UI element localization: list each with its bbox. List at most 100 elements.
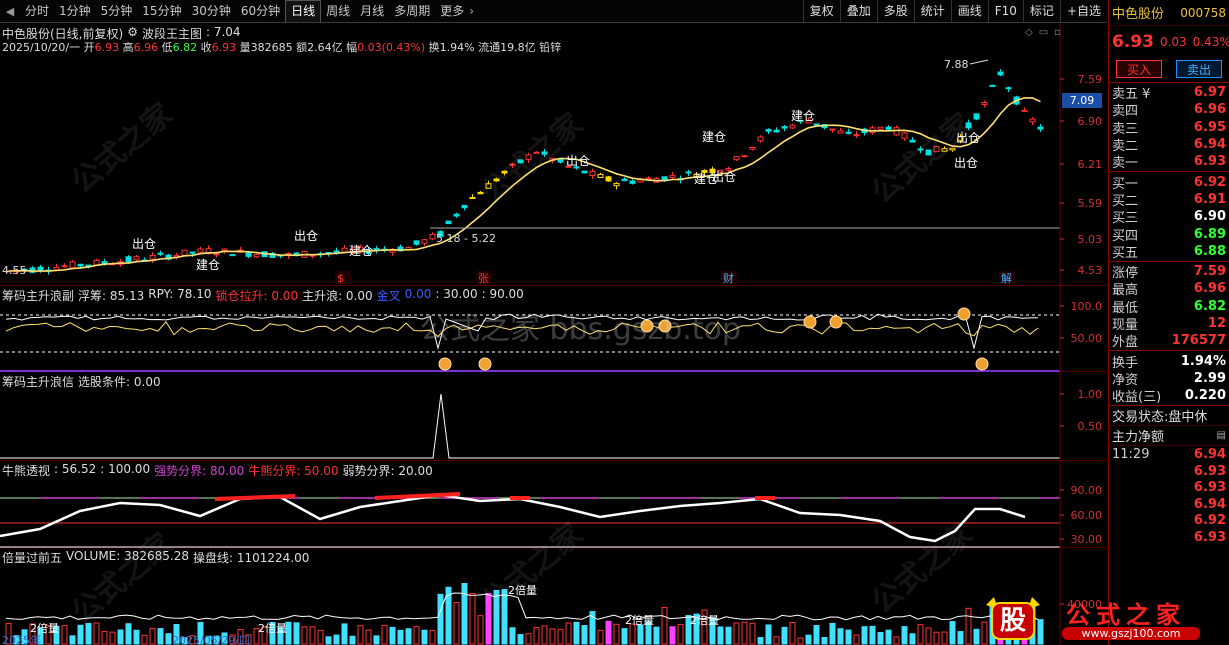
candle-body [125,256,132,263]
fundamental-row[interactable]: 净资 2.99 [1109,370,1229,388]
fundamental-row-value: 2.99 [1193,370,1226,386]
candle-body [813,123,820,126]
volume-bar [773,636,780,645]
low-mark: 4.55 [2,264,27,277]
buy-button[interactable]: 买入 [1116,60,1162,78]
period-tab[interactable]: 分时 [20,0,54,23]
stat-row[interactable]: 现量 12 [1109,315,1229,333]
tool-button[interactable]: +自选 [1059,0,1107,23]
volume-bar [117,629,124,645]
volume-bar [533,627,540,645]
ask-level[interactable]: 卖三 6.95 [1109,119,1229,137]
tick-price: 6.94 [1193,447,1226,463]
volume-bar [613,623,620,645]
chart-area[interactable]: 5.18 - 5.22 7.88 4.55 出仓 建仓 出仓 建仓 出仓 建仓 出仓 建仓 建仓 出仓出… [0,24,1107,645]
sell-button[interactable]: 卖出 [1176,60,1222,78]
period-tab[interactable]: 周线 [321,0,355,23]
tool-button[interactable]: 画线 [950,0,988,23]
tick-list: 11:29 6.94 6.93 6.93 6.94 6.92 6.93 [1109,446,1229,545]
bid-level[interactable]: 买二 6.91 [1109,191,1229,209]
bid-level[interactable]: 买四 6.89 [1109,225,1229,244]
bid-level[interactable]: 买一 6.92 [1109,173,1229,192]
stat-row[interactable]: 外盘 176577 [1109,332,1229,350]
toolbar-nav-arrow[interactable]: ◀ [0,5,20,18]
period-tabs: 分时 1分钟 5分钟 15分钟 30分钟 60分钟 日线 周线 月线 多周期 更多 [20,0,469,23]
window-icon[interactable]: ▭ [1039,27,1054,38]
period-tab[interactable]: 15分钟 [137,0,186,23]
stat-row[interactable]: 涨停 7.59 [1109,263,1229,281]
quote-stats: 涨停 7.59 最高 6.96 最低 6.82 现量 12 外盘 176577 [1109,262,1229,352]
ind1-name[interactable]: 筹码主升浪副 [2,287,74,304]
period-tab[interactable]: 更多 [435,0,469,23]
ind1-legend-item: 0.00 [404,287,432,301]
ask-level[interactable]: 卖一 6.93 [1109,153,1229,171]
diamond-icon[interactable]: ◇ [1025,27,1039,38]
bid-level[interactable]: 买五 6.88 [1109,243,1229,261]
candlestick-plot[interactable]: 5.18 - 5.227.884.55出仓建仓出仓建仓出仓建仓出仓建仓建仓出仓出… [0,24,1107,286]
ind1-legend-item: 主升浪: 0.00 [302,289,373,303]
ind3-legend: 牛熊透视 : 56.52: 100.00 强势分界: 80.00 牛熊分界: 50.… [2,462,433,479]
square-icon[interactable]: ▫ [1054,27,1067,38]
volume-bar [509,627,516,645]
main-candlestick-pane[interactable]: 5.18 - 5.22 7.88 4.55 出仓 建仓 出仓 建仓 出仓 建仓 出仓 建仓 建仓 出仓出… [0,24,1107,286]
bull-bear-pane[interactable]: 90.00 60.00 30.00 牛熊透视 : 56.52: 100.00 强势分界… [0,461,1107,548]
low-value: 6.82 [172,41,198,54]
y-tick-label: 90.00 [1071,484,1103,497]
period-tab[interactable]: 1分钟 [54,0,96,23]
list-icon[interactable]: ▤ [1217,430,1226,441]
period-tab[interactable]: 60分钟 [236,0,285,23]
ask-level[interactable]: 卖五 ¥ 6.97 [1109,84,1229,103]
high-mark: 7.88 [944,58,969,71]
ind2-name[interactable]: 筹码主升浪信 [2,373,74,390]
fundamental-row[interactable]: 换手 1.94% [1109,352,1229,371]
volume-pane[interactable]: 2倍量 2倍量 2倍量 2倍量 2倍量 2025年 2025/05/29/四 40000 倍量… [0,548,1107,645]
stat-row-value: 6.82 [1193,298,1226,314]
period-tab[interactable]: 月线 [355,0,389,23]
y-tick-label: 0.50 [1078,420,1103,433]
volume-bar [517,633,524,645]
volume-bar [749,622,756,645]
volume-bar [789,621,796,645]
tool-button[interactable]: 统计 [913,0,951,23]
stat-row-value: 7.59 [1193,264,1226,280]
ask-level[interactable]: 卖二 6.94 [1109,136,1229,154]
candle-body [605,176,612,182]
tool-button[interactable]: 标记 [1022,0,1060,23]
period-tab[interactable]: 多周期 [389,0,435,23]
chip-main-wave-pane[interactable]: 100.0 50.00 筹码主升浪副 浮筹: 85.13 RPY: 78.10 锁仓拉… [0,286,1107,372]
period-tab[interactable]: 日线 [285,0,322,22]
candle-body [997,71,1004,76]
volume-bar [493,589,500,645]
tool-button[interactable]: F10 [987,0,1023,23]
more-chevron-icon[interactable]: › [469,4,474,18]
chip-signal-plot[interactable]: 1.00 0.50 [0,372,1107,461]
volume-bar [829,622,836,645]
bid-level[interactable]: 买三 6.90 [1109,208,1229,226]
forum-watermark: 公式之家 bbs.gszb.top [420,312,741,347]
tool-button[interactable]: 复权 [802,0,840,23]
candle-body [333,250,340,253]
y-tick-label: 30.00 [1071,533,1103,546]
volume-bar [125,623,132,645]
volume-bar [325,636,332,645]
float-label: 流通 [478,41,501,54]
fundamental-row[interactable]: 收益(三) 0.220 [1109,387,1229,405]
ask-level[interactable]: 卖四 6.96 [1109,101,1229,119]
quote-fundamentals: 换手 1.94% 净资 2.99 收益(三) 0.220 [1109,351,1229,407]
ma-line [8,97,1041,272]
stat-row[interactable]: 最低 6.82 [1109,298,1229,316]
ask-level-label: 卖三 [1112,121,1139,137]
ind3-name[interactable]: 牛熊透视 [2,462,50,479]
stat-row[interactable]: 最高 6.96 [1109,280,1229,298]
main-net-row[interactable]: 主力净额 ▤ [1109,426,1229,447]
tool-button[interactable]: 多股 [876,0,914,23]
period-tab[interactable]: 5分钟 [96,0,138,23]
event-mark: 张 [478,272,489,285]
tool-button[interactable]: 叠加 [839,0,877,23]
chip-signal-pane[interactable]: 1.00 0.50 筹码主升浪信 选股条件: 0.00 [0,372,1107,461]
ask-level-label: 卖五 ¥ [1112,87,1151,103]
volume-bar [301,626,308,645]
vol-name[interactable]: 倍量过前五 [2,549,62,566]
candle-body [757,136,764,142]
period-tab[interactable]: 30分钟 [187,0,236,23]
